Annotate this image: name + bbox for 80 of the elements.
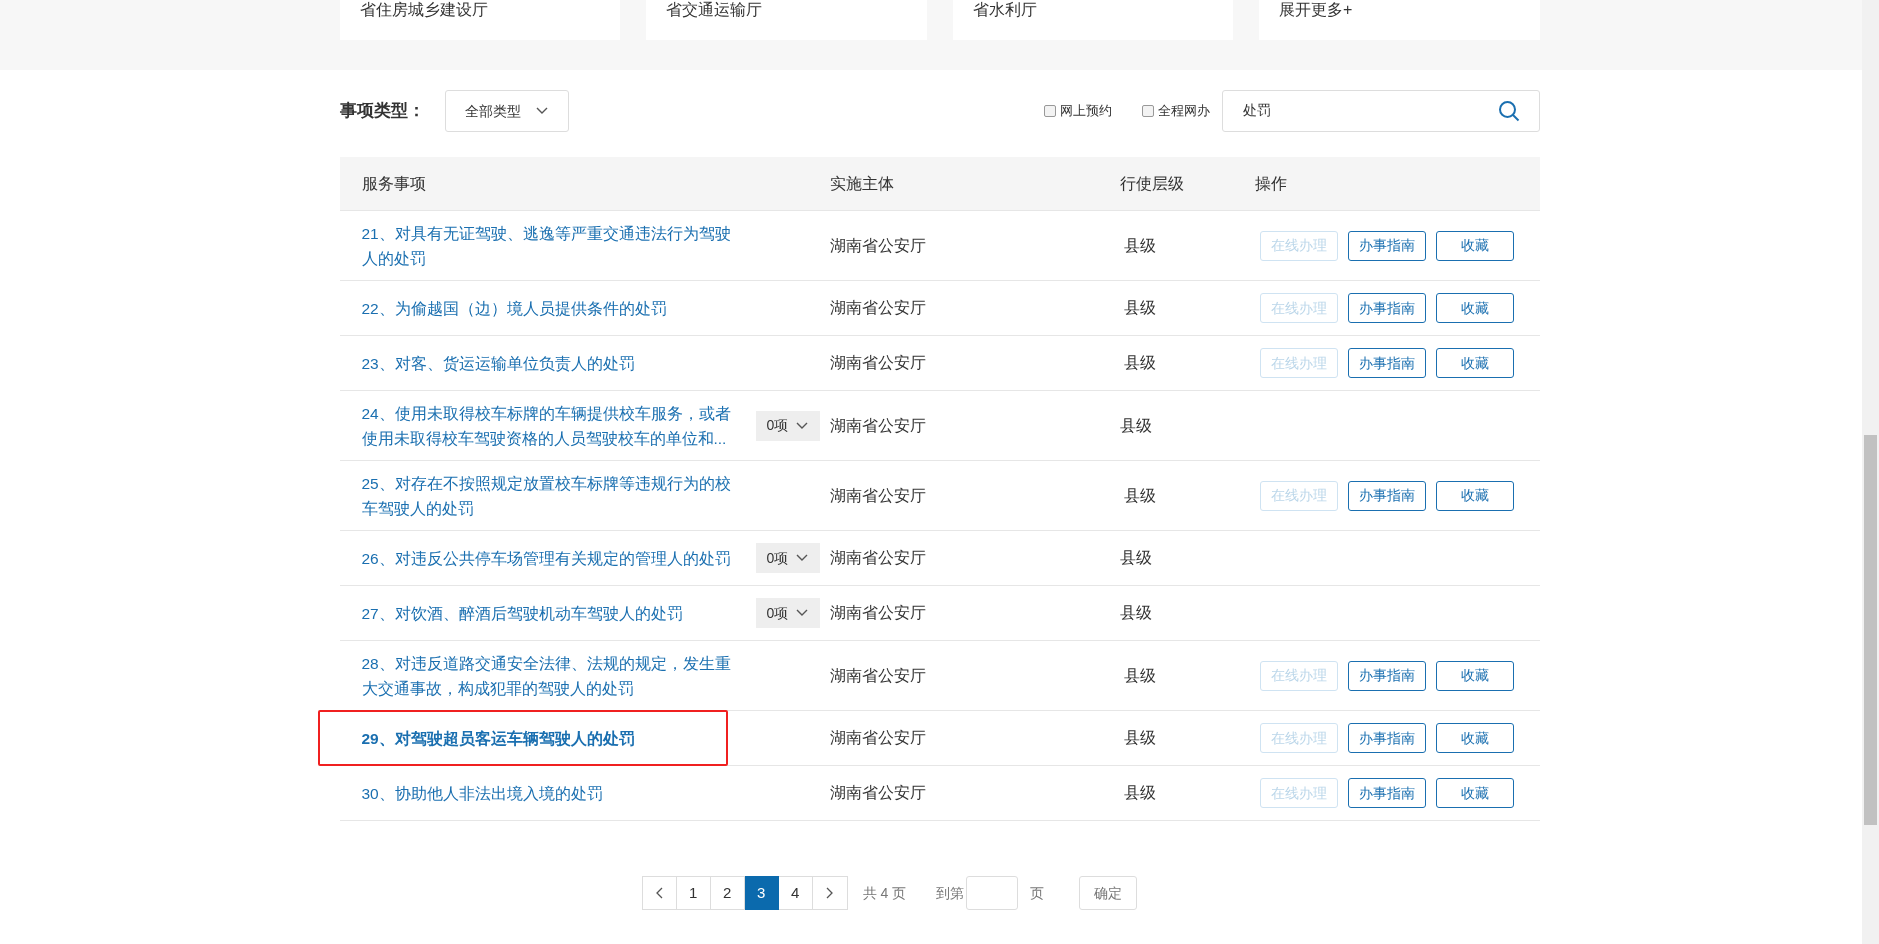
table-cell: 湖南省公安厅 xyxy=(829,666,926,684)
page-total: 共 4 页 xyxy=(862,883,907,903)
service-link[interactable]: 30、协助他人非法出境入境的处罚 xyxy=(361,780,742,806)
service-link[interactable]: 27、对饮酒、醉酒后驾驶机动车驾驶人的处罚 xyxy=(361,600,742,626)
table-cell: 湖南省公安厅 xyxy=(829,549,926,566)
table-cell: 湖南省公安厅 xyxy=(829,604,926,621)
count-dropdown[interactable]: 0项 xyxy=(755,410,820,441)
service-link[interactable]: 25、对存在不按照规定放置校车标牌等违规行为的校车驾驶人的处罚 xyxy=(361,470,742,521)
table-cell: 湖南省公安厅 xyxy=(829,486,926,504)
page-button[interactable]: 2 xyxy=(710,876,745,910)
department-link[interactable]: 省交通运输厅 xyxy=(646,0,927,40)
chevron-left-icon xyxy=(655,887,663,899)
table-cell: 湖南省公安厅 xyxy=(829,416,926,434)
service-link[interactable]: 26、对违反公共停车场管理有关规定的管理人的处罚 xyxy=(361,545,742,571)
table-cell: 县级 xyxy=(1123,354,1156,371)
column-header: 服务事项 xyxy=(361,174,426,192)
action-button[interactable]: 办事指南 xyxy=(1347,480,1426,511)
table-cell: 县级 xyxy=(1123,666,1156,684)
caret-icon xyxy=(796,609,809,617)
table-cell: 县级 xyxy=(1123,784,1156,801)
table-cell: 县级 xyxy=(1123,299,1156,316)
chevron-right-icon xyxy=(826,887,834,899)
filter-label: 事项类型： xyxy=(339,100,425,123)
table-cell: 湖南省公安厅 xyxy=(829,729,926,746)
table-cell: 县级 xyxy=(1119,416,1152,434)
action-button[interactable]: 办事指南 xyxy=(1347,778,1426,808)
table-cell: 县级 xyxy=(1123,729,1156,746)
page-button[interactable]: 3 xyxy=(744,876,779,910)
goto-label: 到第 xyxy=(936,883,965,903)
type-select[interactable]: 全部类型 xyxy=(444,90,569,132)
next-page-button[interactable] xyxy=(812,876,848,910)
action-button[interactable]: 收藏 xyxy=(1435,660,1514,691)
table-cell: 湖南省公安厅 xyxy=(829,299,926,316)
checkbox[interactable]: 全程网办 xyxy=(1141,101,1210,121)
count-dropdown[interactable]: 0项 xyxy=(755,543,820,573)
action-button[interactable]: 办事指南 xyxy=(1347,230,1426,261)
count-dropdown[interactable]: 0项 xyxy=(755,598,820,628)
search-field[interactable]: 处罚 xyxy=(1221,90,1540,132)
caret-icon xyxy=(534,107,549,115)
service-link[interactable]: 22、为偷越国（边）境人员提供条件的处罚 xyxy=(361,295,742,321)
action-button[interactable]: 收藏 xyxy=(1435,293,1514,323)
action-button[interactable]: 收藏 xyxy=(1435,778,1514,808)
scrollbar-thumb[interactable] xyxy=(1864,435,1877,825)
service-link[interactable]: 29、对驾驶超员客运车辆驾驶人的处罚 xyxy=(361,725,742,751)
action-button[interactable]: 办事指南 xyxy=(1347,293,1426,323)
page-unit: 页 xyxy=(1030,883,1045,903)
action-button[interactable]: 办事指南 xyxy=(1347,348,1426,378)
scrollbar[interactable] xyxy=(1862,0,1879,944)
service-link[interactable]: 28、对违反道路交通安全法律、法规的规定，发生重大交通事故，构成犯罪的驾驶人的处罚 xyxy=(361,650,742,701)
checkbox[interactable]: 网上预约 xyxy=(1043,101,1112,121)
caret-icon xyxy=(796,554,809,562)
table-cell: 湖南省公安厅 xyxy=(829,784,926,801)
action-button[interactable]: 办事指南 xyxy=(1347,723,1426,753)
service-link[interactable]: 24、使用未取得校车标牌的车辆提供校车服务，或者使用未取得校车驾驶资格的人员驾驶校车的单位和... xyxy=(361,400,742,451)
table-cell: 湖南省公安厅 xyxy=(829,354,926,371)
page-button[interactable]: 4 xyxy=(778,876,813,910)
table-cell: 县级 xyxy=(1123,236,1156,254)
column-header: 操作 xyxy=(1254,174,1287,192)
column-header: 实施主体 xyxy=(829,174,894,192)
service-link[interactable]: 23、对客、货运运输单位负责人的处罚 xyxy=(361,350,742,376)
action-button[interactable]: 收藏 xyxy=(1435,230,1514,261)
column-header: 行使层级 xyxy=(1119,174,1184,192)
table-cell: 县级 xyxy=(1119,549,1152,566)
department-link[interactable]: 省水利厅 xyxy=(952,0,1233,40)
table-cell: 县级 xyxy=(1123,486,1156,504)
page-input[interactable] xyxy=(966,876,1019,910)
search-icon[interactable] xyxy=(1497,100,1520,122)
action-button[interactable]: 收藏 xyxy=(1435,723,1514,753)
action-button[interactable]: 收藏 xyxy=(1435,480,1514,511)
previous-page-button[interactable] xyxy=(641,876,677,910)
page-button[interactable]: 1 xyxy=(676,876,711,910)
caret-icon xyxy=(796,421,809,430)
service-link[interactable]: 21、对具有无证驾驶、逃逸等严重交通违法行为驾驶人的处罚 xyxy=(361,220,742,271)
department-link[interactable]: 展开更多+ xyxy=(1259,0,1540,40)
confirm-button[interactable]: 确定 xyxy=(1079,876,1138,910)
table-cell: 湖南省公安厅 xyxy=(829,236,926,254)
table-cell: 县级 xyxy=(1119,604,1152,621)
action-button[interactable]: 办事指南 xyxy=(1347,660,1426,691)
department-link[interactable]: 省住房城乡建设厅 xyxy=(339,0,620,40)
action-button[interactable]: 收藏 xyxy=(1435,348,1514,378)
